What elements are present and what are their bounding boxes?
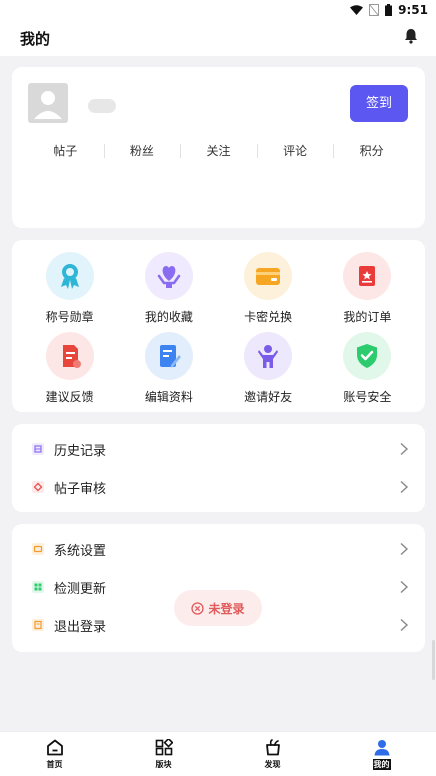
chevron-right-icon	[400, 442, 409, 456]
grid-label-orders: 我的订单	[343, 310, 392, 324]
invite-icon	[244, 332, 293, 380]
scrollbar[interactable]	[432, 640, 435, 680]
stat-fans[interactable]: 粉丝	[103, 142, 181, 159]
wifi-icon	[350, 4, 364, 16]
grid-item-card-redeem[interactable]: 卡密兑换	[219, 252, 318, 328]
grid-label-medals: 称号勋章	[45, 310, 94, 324]
grid-label-edit-profile: 编辑资料	[144, 390, 193, 404]
grid-item-favorites[interactable]: 我的收藏	[119, 252, 218, 328]
list-item-settings[interactable]: 系统设置	[12, 530, 425, 568]
list-item-history[interactable]: 历史记录	[12, 430, 425, 468]
records-list-card: 历史记录 帖子审核	[12, 424, 425, 512]
chevron-right-icon	[400, 542, 409, 556]
card-icon	[244, 252, 293, 300]
tab-mine[interactable]: 我的	[327, 732, 436, 776]
checkin-button[interactable]: 签到	[350, 85, 408, 122]
tab-label-home: 首页	[46, 759, 63, 769]
update-icon	[30, 579, 46, 595]
grid-label-feedback: 建议反馈	[45, 390, 94, 404]
feedback-icon	[45, 332, 94, 380]
level-badge	[88, 99, 116, 113]
error-circle-icon	[191, 601, 205, 615]
grid-label-favorites: 我的收藏	[144, 310, 193, 324]
list-label-settings: 系统设置	[54, 543, 107, 559]
shield-check-icon	[343, 332, 392, 380]
battery-icon	[385, 4, 393, 16]
tab-label-blocks: 版块	[155, 759, 172, 769]
edit-profile-icon	[144, 332, 193, 380]
not-logged-in-toast: 未登录	[174, 590, 262, 626]
logout-icon	[30, 617, 46, 633]
grid-item-invite[interactable]: 邀请好友	[219, 332, 318, 408]
grid-item-security[interactable]: 账号安全	[318, 332, 417, 408]
tab-discover[interactable]: 发现	[218, 732, 327, 776]
chevron-right-icon	[400, 618, 409, 632]
list-label-history: 历史记录	[54, 443, 107, 459]
grid-item-edit-profile[interactable]: 编辑资料	[119, 332, 218, 408]
tab-label-discover: 发现	[264, 759, 281, 769]
tab-blocks[interactable]: 版块	[109, 732, 218, 776]
grid-item-feedback[interactable]: 建议反馈	[20, 332, 119, 408]
status-time: 9:51	[398, 3, 428, 17]
stat-posts[interactable]: 帖子	[27, 142, 104, 159]
review-icon	[30, 479, 46, 495]
stat-points[interactable]: 积分	[333, 142, 410, 159]
grid-label-security: 账号安全	[343, 390, 392, 404]
discover-icon	[265, 738, 280, 755]
user-icon	[374, 739, 389, 755]
page-title: 我的	[20, 29, 51, 48]
grid-label-invite: 邀请好友	[244, 390, 293, 404]
heart-hand-icon	[144, 252, 193, 300]
status-bar: 9:51	[0, 0, 436, 20]
tab-label-mine: 我的	[372, 758, 391, 770]
grid-label-card-redeem: 卡密兑换	[244, 310, 293, 324]
list-label-post-review: 帖子审核	[54, 481, 107, 497]
profile-stats: 帖子 粉丝 关注 评论 积分	[27, 139, 410, 161]
app-header: 我的	[0, 20, 436, 56]
bell-icon[interactable]	[404, 28, 418, 48]
function-grid-card: 称号勋章 我的收藏 卡密兑换 我的订单 建议反馈 编辑资料 邀请好友 账号安全	[12, 240, 425, 412]
settings-list-card: 系统设置 检测更新 退出登录	[12, 524, 425, 652]
grid-item-medals[interactable]: 称号勋章	[20, 252, 119, 328]
grid-item-orders[interactable]: 我的订单	[318, 252, 417, 328]
list-item-post-review[interactable]: 帖子审核	[12, 468, 425, 506]
bottom-tab-bar: 首页 版块 发现 我的	[0, 731, 436, 776]
medal-icon	[45, 252, 94, 300]
toast-text: 未登录	[208, 601, 245, 616]
home-icon	[46, 739, 63, 755]
tab-home[interactable]: 首页	[0, 732, 109, 776]
chevron-right-icon	[400, 480, 409, 494]
no-signal-icon	[369, 4, 380, 16]
blocks-icon	[155, 738, 173, 755]
history-icon	[30, 441, 46, 457]
settings-icon	[30, 541, 46, 557]
avatar[interactable]	[28, 83, 68, 123]
order-icon	[343, 252, 392, 300]
stat-following[interactable]: 关注	[180, 142, 257, 159]
profile-card: 签到 帖子 粉丝 关注 评论 积分	[12, 67, 425, 228]
chevron-right-icon	[400, 580, 409, 594]
stat-comments[interactable]: 评论	[256, 142, 334, 159]
